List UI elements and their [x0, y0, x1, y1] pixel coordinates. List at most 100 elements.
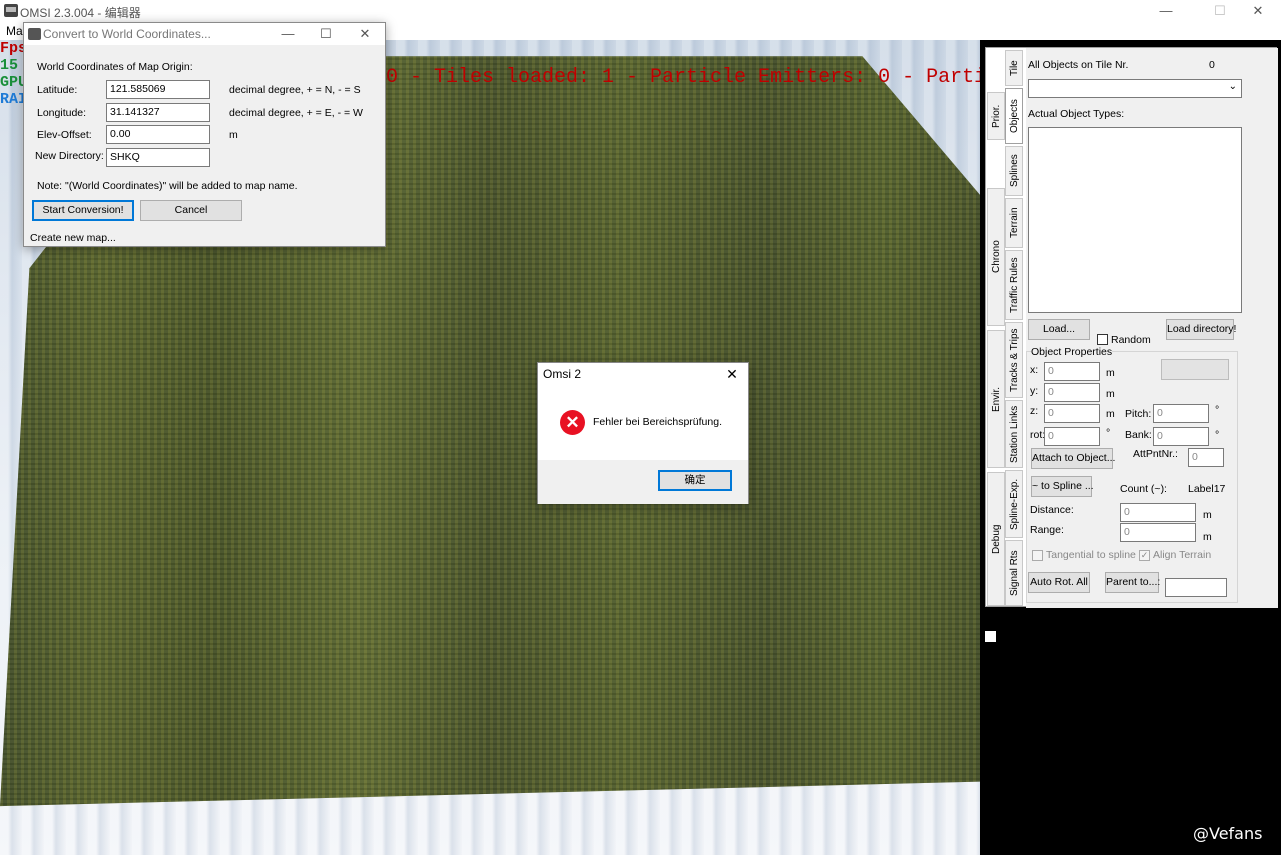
app-titlebar: OMSI 2.3.004 - 编辑器 — ☐ ✕ — [0, 0, 1281, 22]
z-label: z: — [1030, 405, 1039, 417]
render-stats-overlay: 0 - Tiles loaded: 1 - Particle Emitters:… — [386, 66, 1071, 89]
elev-offset-unit: m — [229, 129, 238, 141]
y-input[interactable]: 0 — [1044, 383, 1100, 402]
range-input[interactable]: 0 — [1120, 523, 1196, 542]
latitude-label: Latitude: — [37, 84, 78, 96]
tab-tile[interactable]: Tile — [1005, 50, 1023, 86]
random-checkbox[interactable] — [1097, 334, 1108, 345]
tangential-checkbox[interactable] — [1032, 550, 1043, 561]
app-title: OMSI 2.3.004 - 编辑器 — [20, 6, 141, 20]
to-spline-button[interactable]: ~ to Spline ... — [1031, 476, 1094, 497]
range-unit: m — [1203, 531, 1212, 543]
pitch-unit: ° — [1215, 404, 1220, 416]
elev-offset-label: Elev-Offset: — [37, 129, 92, 141]
attpnt-input[interactable]: 0 — [1188, 448, 1224, 467]
error-message-box: Omsi 2 ✕ ✕ Fehler bei Bereichsprüfung. 确… — [537, 362, 749, 504]
pitch-label: Pitch: — [1125, 408, 1152, 420]
tab-prior[interactable]: Prior. — [987, 92, 1005, 140]
tab-objects[interactable]: Objects — [1005, 88, 1023, 144]
random-label: Random — [1111, 334, 1151, 346]
hud-fps: Fps — [0, 40, 24, 57]
load-directory-button[interactable]: Load directory! — [1166, 319, 1236, 340]
tab-envir[interactable]: Envir. — [987, 330, 1005, 468]
cancel-button[interactable]: Cancel — [140, 200, 242, 221]
minimize-button[interactable]: — — [1143, 0, 1189, 22]
error-dialog-title: Omsi 2 — [543, 367, 582, 381]
auto-rot-all-button[interactable]: Auto Rot. All — [1028, 572, 1090, 593]
tab-tracks-trips[interactable]: Tracks & Trips — [1005, 322, 1023, 398]
actual-types-label: Actual Object Types: — [1028, 108, 1125, 120]
new-directory-input[interactable]: SHKQ — [106, 148, 210, 167]
latitude-input[interactable]: 121.585069 — [106, 80, 210, 99]
align-terrain-checkbox[interactable]: ✓ — [1139, 550, 1150, 561]
object-types-list[interactable] — [1028, 127, 1242, 313]
tab-chrono[interactable]: Chrono — [987, 188, 1005, 326]
editor-side-panel: Prior. Chrono Envir. Debug Tile Objects … — [980, 40, 1281, 855]
origin-heading: World Coordinates of Map Origin: — [37, 61, 193, 73]
hud-ram: RAI — [0, 91, 24, 108]
y-label: y: — [1030, 385, 1039, 397]
range-label: Range: — [1030, 524, 1064, 536]
longitude-input[interactable]: 31.141327 — [106, 103, 210, 122]
objects-tab-content: All Objects on Tile Nr. 0 ⌄ Actual Objec… — [1026, 48, 1278, 608]
close-window-button[interactable]: ✕ — [1235, 0, 1281, 22]
error-dialog-footer: 确定 — [538, 460, 748, 504]
distance-label: Distance: — [1030, 504, 1074, 516]
longitude-label: Longitude: — [37, 107, 87, 119]
start-conversion-button[interactable]: Start Conversion! — [32, 200, 134, 221]
bank-input[interactable]: 0 — [1153, 427, 1209, 446]
properties-tab-control: Prior. Chrono Envir. Debug Tile Objects … — [985, 47, 1278, 608]
dialog-close-button[interactable]: ✕ — [347, 23, 383, 45]
blank-button[interactable] — [1161, 359, 1229, 380]
new-directory-label: New Directory: — [35, 150, 104, 162]
bank-unit: ° — [1215, 429, 1220, 441]
parent-to-button[interactable]: Parent to...: — [1105, 572, 1160, 593]
error-close-button[interactable]: ✕ — [720, 364, 744, 384]
z-unit: m — [1106, 408, 1115, 420]
object-properties-label: Object Properties — [1031, 346, 1113, 358]
all-objects-label: All Objects on Tile Nr. — [1028, 59, 1129, 71]
label17: Label17 — [1188, 483, 1226, 495]
distance-unit: m — [1203, 509, 1212, 521]
tab-traffic-rules[interactable]: Traffic Rules — [1005, 250, 1023, 320]
panel-checkbox[interactable] — [985, 631, 996, 642]
note-text: Note: "(World Coordinates)" will be adde… — [37, 180, 298, 192]
create-new-map-label: Create new map... — [30, 232, 116, 244]
menu-item-map[interactable]: Ma — [6, 24, 23, 38]
hud-stats: Fps 15 GPU RAI — [0, 40, 24, 108]
bank-label: Bank: — [1125, 429, 1152, 441]
x-input[interactable]: 0 — [1044, 362, 1100, 381]
latitude-hint: decimal degree, + = N, - = S — [229, 84, 361, 96]
tab-debug[interactable]: Debug — [987, 472, 1005, 606]
rot-unit: ° — [1106, 427, 1111, 439]
dialog-title: Convert to World Coordinates... — [43, 27, 211, 41]
tab-splines[interactable]: Splines — [1005, 146, 1023, 196]
load-button[interactable]: Load... — [1028, 319, 1090, 340]
tangential-label: Tangential to spline — [1046, 549, 1136, 561]
attach-to-object-button[interactable]: Attach to Object... — [1031, 448, 1115, 469]
rot-input[interactable]: 0 — [1044, 427, 1100, 446]
dialog-titlebar: Convert to World Coordinates... — ☐ ✕ — [24, 23, 385, 45]
count-label: Count (~): — [1120, 483, 1167, 495]
pitch-input[interactable]: 0 — [1153, 404, 1209, 423]
y-unit: m — [1106, 388, 1115, 400]
rot-label: rot: — [1030, 429, 1046, 441]
dialog-maximize-button[interactable]: ☐ — [308, 23, 344, 45]
parent-to-input[interactable] — [1165, 578, 1227, 597]
hud-value: 15 — [0, 57, 19, 74]
elev-offset-input[interactable]: 0.00 — [106, 125, 210, 144]
x-label: x: — [1030, 364, 1039, 376]
dialog-minimize-button[interactable]: — — [270, 23, 306, 45]
object-list-dropdown[interactable]: ⌄ — [1028, 79, 1242, 98]
distance-input[interactable]: 0 — [1120, 503, 1196, 522]
x-unit: m — [1106, 367, 1115, 379]
tab-terrain[interactable]: Terrain — [1005, 198, 1023, 248]
tab-spline-exp[interactable]: Spline-Exp. — [1005, 470, 1023, 538]
longitude-hint: decimal degree, + = E, - = W — [229, 107, 363, 119]
tab-signal-rts[interactable]: Signal Rts — [1005, 540, 1023, 606]
tab-station-links[interactable]: Station Links — [1005, 400, 1023, 468]
attpnt-label: AttPntNr.: — [1133, 448, 1178, 460]
error-message: Fehler bei Bereichsprüfung. — [593, 416, 722, 428]
ok-button[interactable]: 确定 — [658, 470, 732, 491]
z-input[interactable]: 0 — [1044, 404, 1100, 423]
